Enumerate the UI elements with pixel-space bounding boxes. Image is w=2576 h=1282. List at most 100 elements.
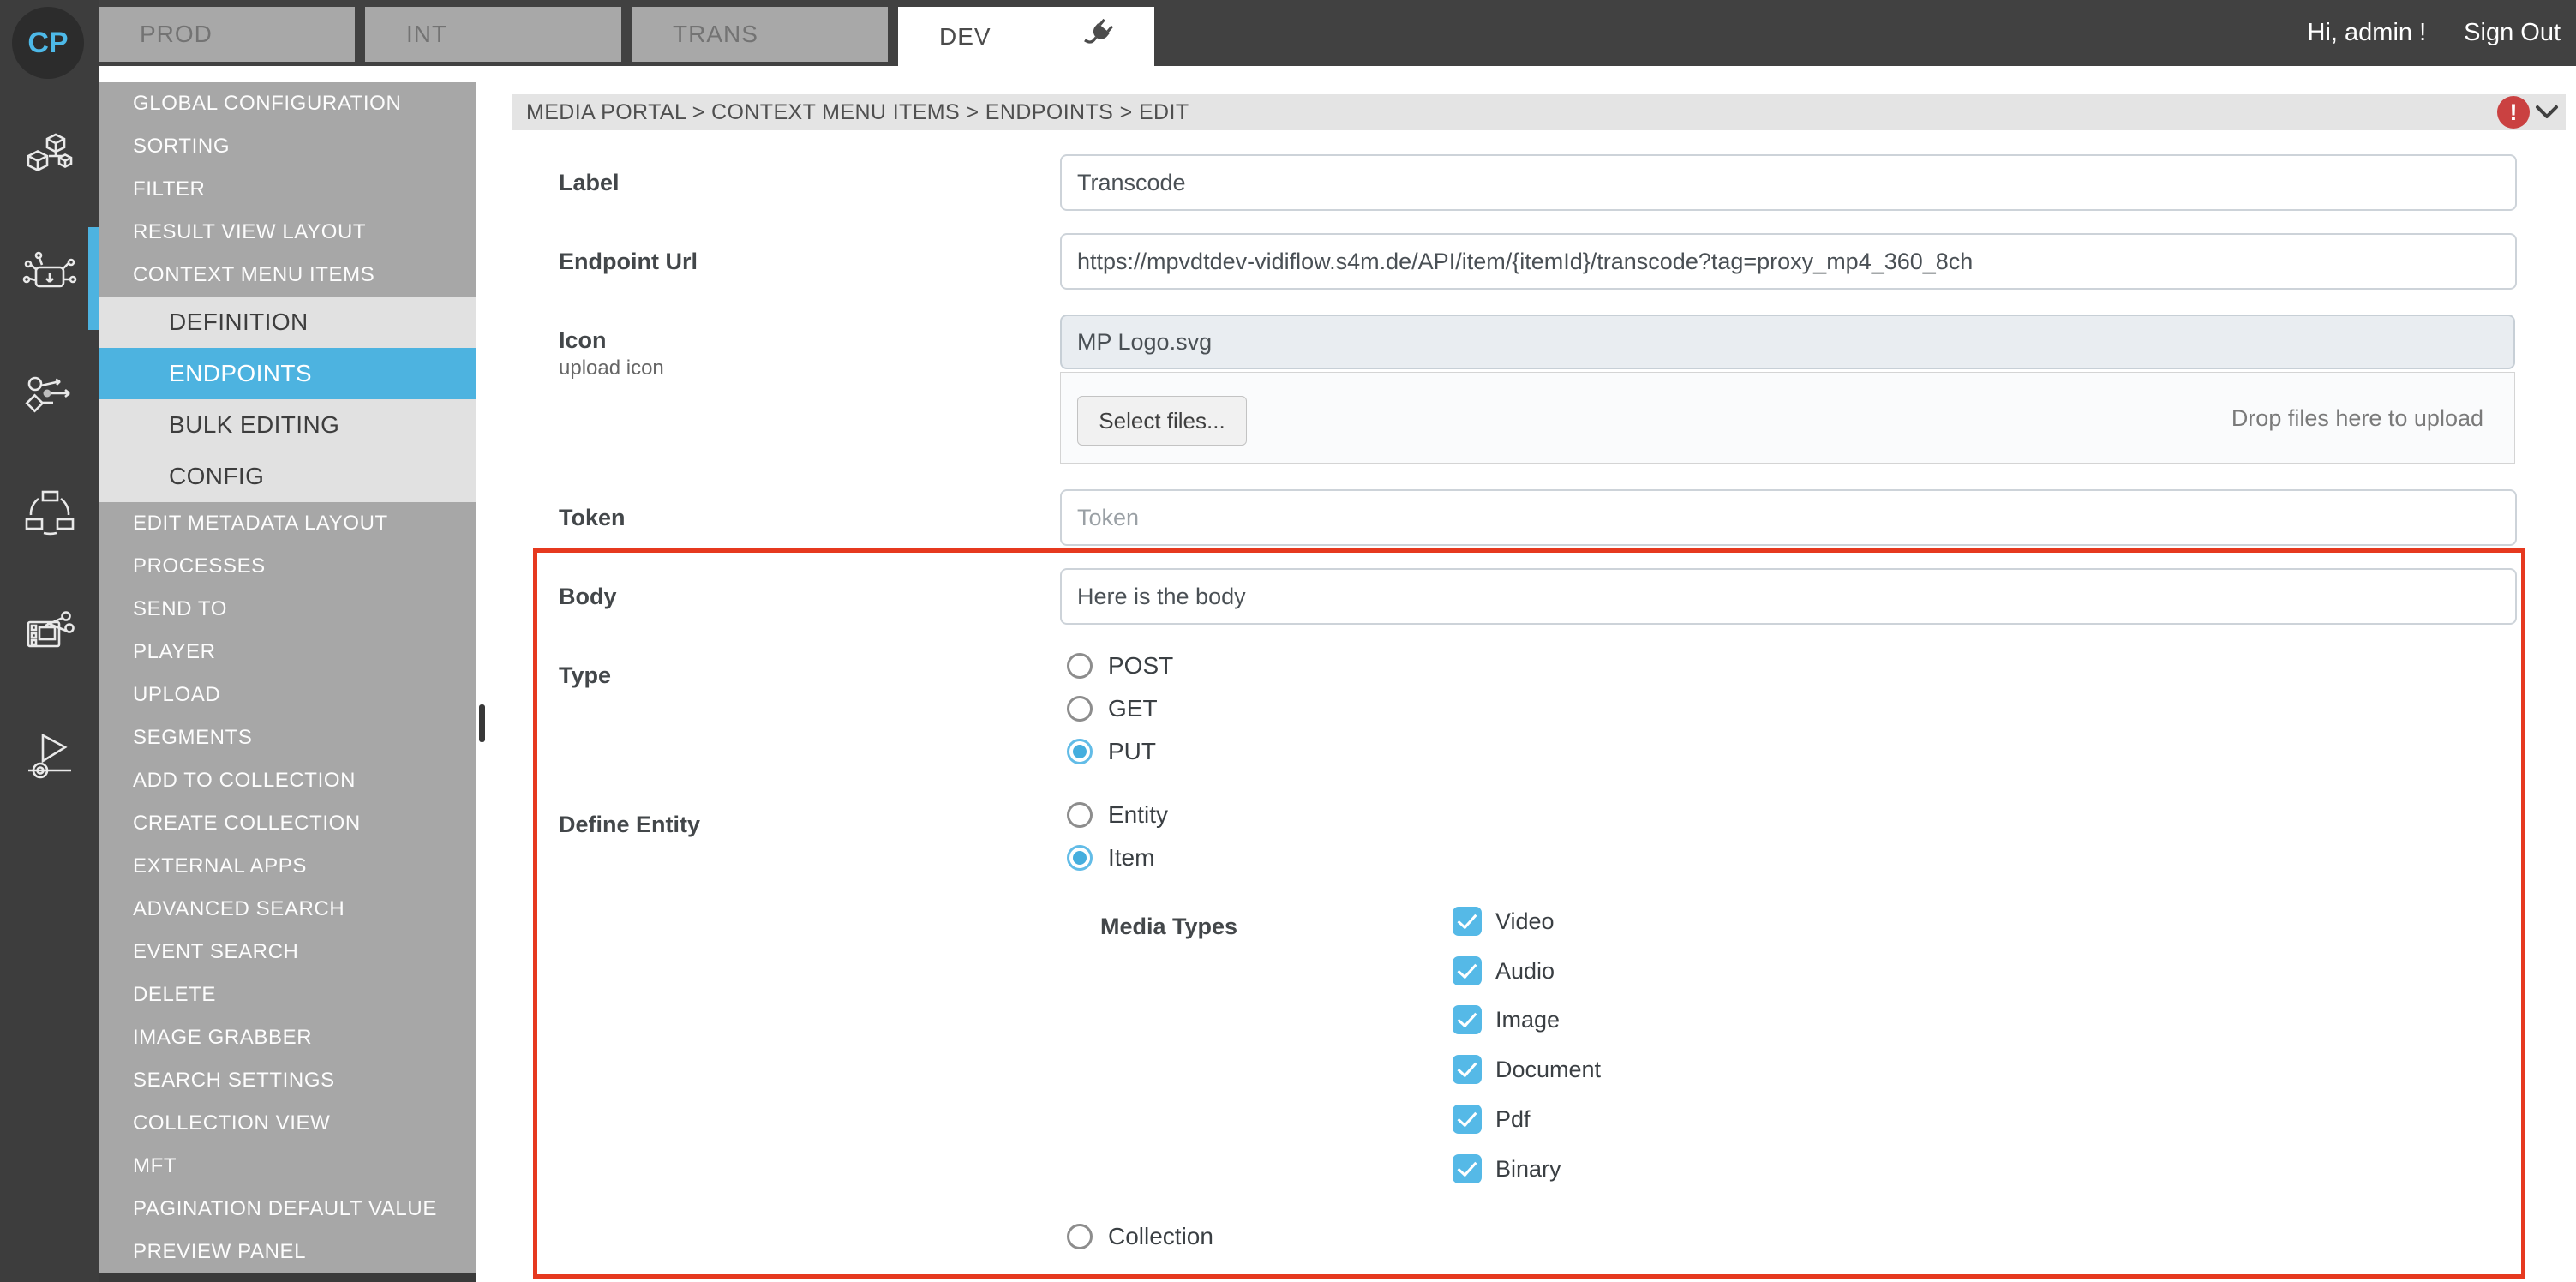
radio-circle-icon[interactable] — [1067, 696, 1093, 722]
environment-tabs: PROD INTTRANS DEV — [99, 7, 1154, 66]
endpoint-url-input[interactable] — [1060, 233, 2517, 290]
mediatype-checkbox-pdf[interactable]: Pdf — [1453, 1102, 1531, 1136]
user-box: Hi, admin ! Sign Out — [2308, 0, 2561, 66]
user-greeting: Hi, admin ! — [2308, 19, 2427, 47]
sidebar-item-edit-metadata-layout[interactable]: EDIT METADATA LAYOUT — [99, 502, 476, 545]
token-field-label: Token — [559, 505, 626, 531]
media-editor-icon[interactable] — [21, 605, 78, 662]
type-radio-post[interactable]: POST — [1067, 649, 1173, 683]
radio-circle-icon[interactable] — [1067, 653, 1093, 679]
tab-prod[interactable]: PROD — [99, 7, 355, 62]
menu-scrollbar-thumb[interactable] — [479, 704, 485, 742]
app-root: { "topbar": { "logo": "CP", "tabs": [ {"… — [0, 0, 2576, 1282]
define-entity-label: Define Entity — [559, 812, 700, 838]
mediatype-checkbox-audio[interactable]: Audio — [1453, 954, 1555, 988]
sidebar-item-add-to-collection[interactable]: ADD TO COLLECTION — [99, 759, 476, 802]
sidebar-item-mft[interactable]: MFT — [99, 1145, 476, 1188]
endpoint-field-label: Endpoint Url — [559, 249, 698, 275]
tab-label: PROD — [140, 21, 213, 48]
type-radio-get[interactable]: GET — [1067, 692, 1158, 726]
file-dropzone[interactable]: Select files... Drop files here to uploa… — [1060, 372, 2515, 464]
sidebar-item-search-settings[interactable]: SEARCH SETTINGS — [99, 1059, 476, 1102]
body-input[interactable] — [1060, 568, 2517, 625]
modules-cubes-icon[interactable] — [21, 129, 78, 185]
sign-out-link[interactable]: Sign Out — [2464, 19, 2561, 47]
sidebar-item-image-grabber[interactable]: IMAGE GRABBER — [99, 1016, 476, 1059]
type-group-label: Type — [559, 662, 611, 689]
player-tracking-icon[interactable] — [21, 728, 78, 785]
token-input[interactable] — [1060, 489, 2517, 546]
sidebar-item-filter[interactable]: FILTER — [99, 168, 476, 211]
sidebar-item-definition[interactable]: DEFINITION — [99, 297, 476, 348]
mediatype-checkbox-document[interactable]: Document — [1453, 1052, 1601, 1087]
tab-label: DEV — [939, 23, 991, 51]
label-field-label: Label — [559, 170, 620, 196]
radio-circle-icon[interactable] — [1067, 802, 1093, 828]
sidebar-item-config[interactable]: CONFIG — [99, 451, 476, 502]
radio-circle-icon[interactable] — [1067, 739, 1093, 764]
mediatype-checkbox-image[interactable]: Image — [1453, 1003, 1560, 1037]
sidebar-item-global-configuration[interactable]: GLOBAL CONFIGURATION — [99, 82, 476, 125]
workflow-icon[interactable] — [21, 367, 78, 423]
checkbox-checked-icon[interactable] — [1453, 1005, 1482, 1034]
sidebar-item-result-view-layout[interactable]: RESULT VIEW LAYOUT — [99, 211, 476, 254]
sidebar-item-collection-view[interactable]: COLLECTION VIEW — [99, 1102, 476, 1145]
select-files-button[interactable]: Select files... — [1077, 396, 1247, 446]
breadcrumb-path: MEDIA PORTAL > CONTEXT MENU ITEMS > ENDP… — [526, 100, 1189, 125]
upload-icon-sublabel: upload icon — [559, 356, 664, 380]
icon-filename-box: MP Logo.svg — [1060, 315, 2515, 369]
sidebar-item-bulk-editing[interactable]: BULK EDITING — [99, 399, 476, 451]
sidebar-item-send-to[interactable]: SEND TO — [99, 588, 476, 631]
checkbox-checked-icon[interactable] — [1453, 1105, 1482, 1134]
checkbox-checked-icon[interactable] — [1453, 1154, 1482, 1183]
sidebar-item-upload[interactable]: UPLOAD — [99, 674, 476, 716]
checkbox-checked-icon[interactable] — [1453, 1055, 1482, 1084]
checkbox-label: Binary — [1495, 1156, 1561, 1183]
error-badge-icon[interactable]: ! — [2497, 96, 2530, 129]
collection-cycle-icon[interactable] — [21, 485, 78, 542]
sidebar-item-advanced-search[interactable]: ADVANCED SEARCH — [99, 888, 476, 931]
plug-icon — [1082, 16, 1117, 51]
checkbox-label: Video — [1495, 908, 1555, 935]
radio-circle-icon[interactable] — [1067, 1224, 1093, 1249]
cp-logo-avatar[interactable]: CP — [12, 7, 84, 79]
sidebar-item-context-menu-items[interactable]: CONTEXT MENU ITEMS — [99, 254, 476, 297]
sidebar-item-endpoints[interactable]: ENDPOINTS — [99, 348, 476, 399]
sidebar-item-external-apps[interactable]: EXTERNAL APPS — [99, 845, 476, 888]
radio-label: PUT — [1108, 738, 1156, 765]
radio-label: GET — [1108, 695, 1158, 722]
radio-label: Collection — [1108, 1223, 1213, 1250]
radio-label: Item — [1108, 844, 1154, 872]
mediatype-checkbox-binary[interactable]: Binary — [1453, 1152, 1561, 1186]
radio-circle-icon[interactable] — [1067, 845, 1093, 871]
mediatype-checkbox-video[interactable]: Video — [1453, 904, 1555, 938]
entity-radio-entity[interactable]: Entity — [1067, 798, 1168, 832]
sidebar-item-segments[interactable]: SEGMENTS — [99, 716, 476, 759]
sidebar-item-sorting[interactable]: SORTING — [99, 125, 476, 168]
tab-int[interactable]: INT — [365, 7, 621, 62]
sidebar-item-pagination-default-value[interactable]: PAGINATION DEFAULT VALUE — [99, 1188, 476, 1231]
sidebar-item-player[interactable]: PLAYER — [99, 631, 476, 674]
checkbox-checked-icon[interactable] — [1453, 956, 1482, 985]
entity-radio-item[interactable]: Item — [1067, 841, 1154, 875]
config-sidebar-menu: GLOBAL CONFIGURATIONSORTINGFILTERRESULT … — [99, 82, 476, 1273]
sidebar-item-preview-panel[interactable]: PREVIEW PANEL — [99, 1231, 476, 1273]
checkbox-checked-icon[interactable] — [1453, 907, 1482, 936]
sidebar-item-processes[interactable]: PROCESSES — [99, 545, 476, 588]
radio-label: Entity — [1108, 801, 1168, 829]
checkbox-label: Document — [1495, 1057, 1601, 1083]
context-menu-click-icon[interactable] — [21, 249, 78, 305]
checkbox-label: Audio — [1495, 958, 1555, 985]
tab-dev[interactable]: DEV — [898, 7, 1154, 66]
type-radio-put[interactable]: PUT — [1067, 734, 1156, 769]
chevron-down-icon[interactable] — [2533, 102, 2561, 127]
sidebar-item-create-collection[interactable]: CREATE COLLECTION — [99, 802, 476, 845]
sidebar-item-event-search[interactable]: EVENT SEARCH — [99, 931, 476, 973]
label-input[interactable] — [1060, 154, 2517, 211]
checkbox-label: Pdf — [1495, 1106, 1531, 1133]
entity-radio-collection[interactable]: Collection — [1067, 1219, 1213, 1254]
tab-trans[interactable]: TRANS — [632, 7, 888, 62]
sidebar-item-delete[interactable]: DELETE — [99, 973, 476, 1016]
checkbox-label: Image — [1495, 1007, 1560, 1033]
menu-bottom-strip — [99, 1273, 476, 1282]
